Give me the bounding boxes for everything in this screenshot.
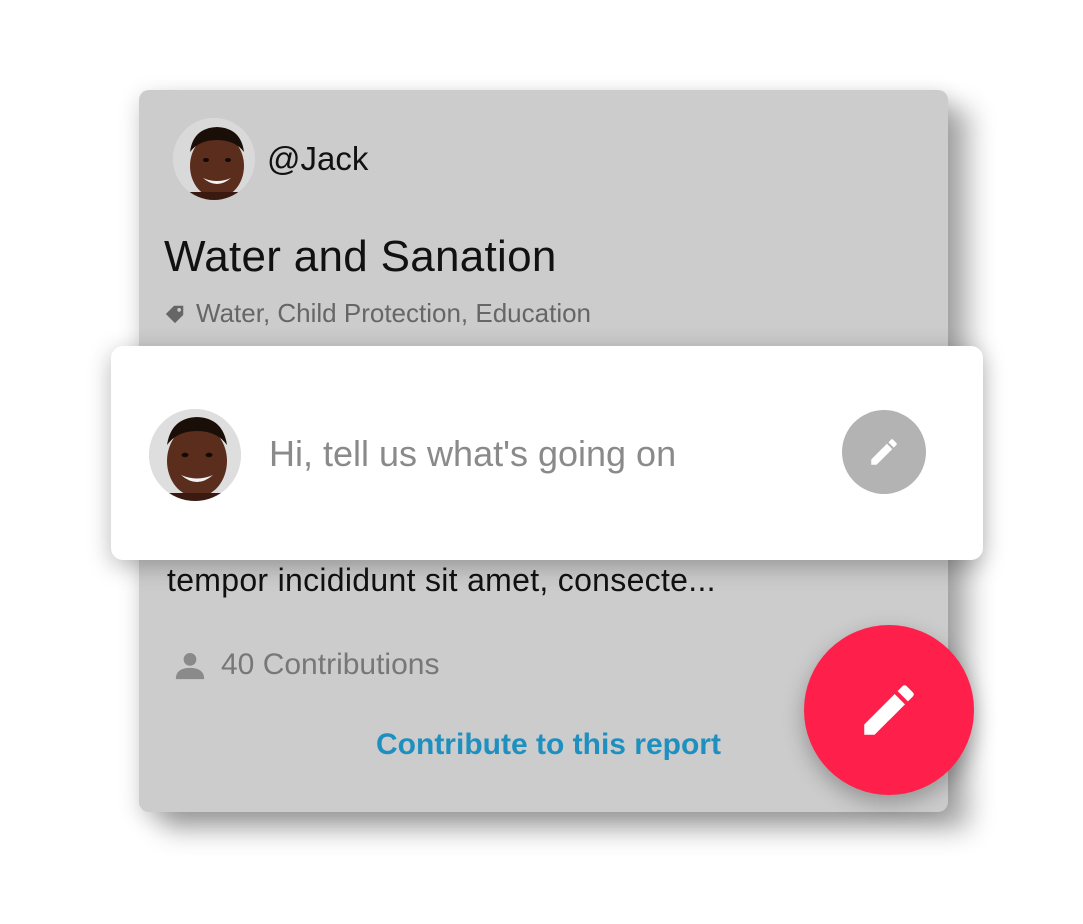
pencil-icon — [864, 685, 914, 735]
avatar-face-image — [173, 118, 255, 200]
new-report-fab[interactable] — [804, 625, 974, 795]
compose-edit-button[interactable] — [842, 410, 926, 494]
compose-card — [111, 346, 983, 560]
tags-label: Water, Child Protection, Education — [196, 298, 592, 328]
contributions-row: 40 Contributions — [173, 648, 439, 682]
person-icon — [175, 652, 205, 680]
user-avatar — [149, 409, 241, 501]
report-excerpt: tempor incididunt sit amet, consecte... — [167, 562, 716, 598]
author-row: @Jack — [173, 118, 368, 200]
report-title: Water and Sanation — [164, 232, 557, 281]
tag-icon — [165, 305, 184, 323]
contributions-count: 40 Contributions — [221, 648, 440, 681]
stage: @Jack Water and Sanation Water, Child Pr… — [0, 0, 1083, 924]
pencil-icon — [871, 439, 897, 465]
contribute-link[interactable]: Contribute to this report — [376, 728, 721, 762]
report-tags: Water, Child Protection, Education — [164, 298, 591, 329]
author-avatar[interactable] — [173, 118, 255, 200]
author-name[interactable]: @Jack — [267, 140, 368, 178]
avatar-face-image — [149, 409, 241, 501]
compose-input[interactable] — [269, 426, 829, 482]
